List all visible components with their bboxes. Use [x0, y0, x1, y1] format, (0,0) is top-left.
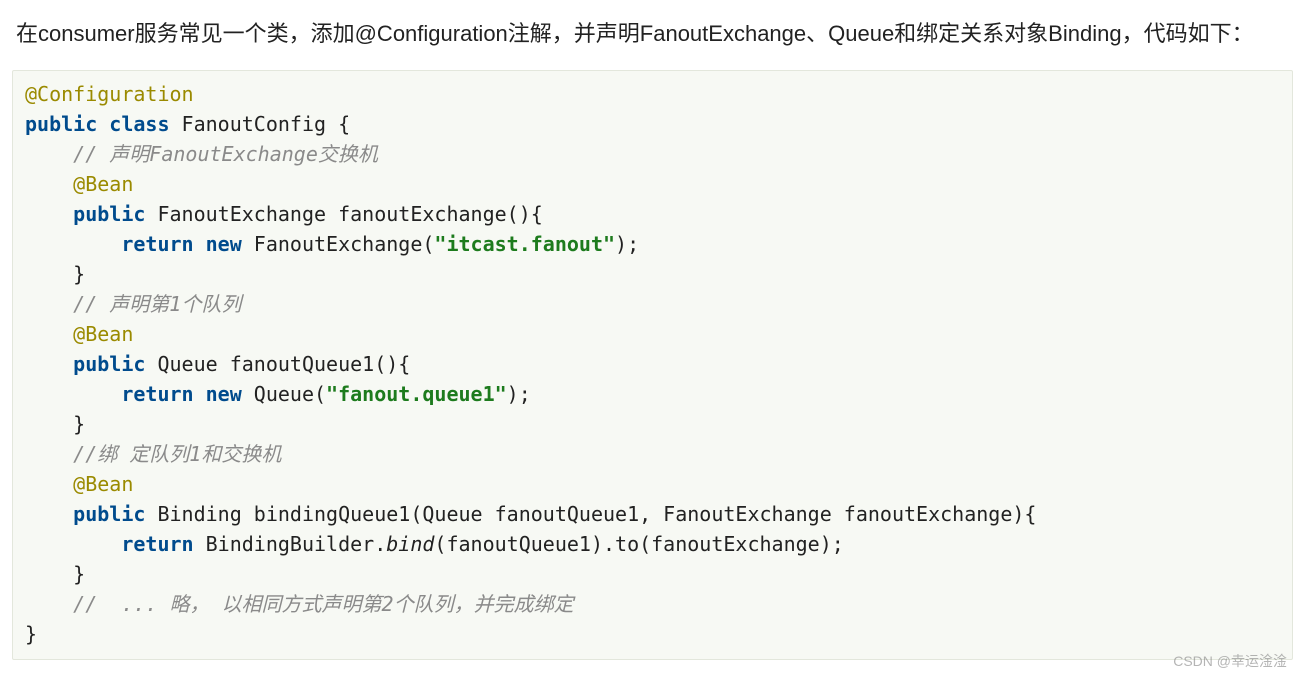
- code-kw: public: [25, 112, 97, 136]
- code-text: FanoutExchange fanoutExchange(){: [145, 202, 542, 226]
- code-text: );: [507, 382, 531, 406]
- code-anno: @Bean: [25, 322, 133, 346]
- code-text: FanoutConfig {: [170, 112, 351, 136]
- code-comment: // ... 略， 以相同方式声明第2个队列，并完成绑定: [25, 592, 574, 616]
- code-text: (fanoutQueue1).to(fanoutExchange);: [434, 532, 843, 556]
- intro-paragraph: 在consumer服务常见一个类，添加@Configuration注解，并声明F…: [12, 12, 1293, 56]
- code-anno: @Bean: [25, 172, 133, 196]
- code-block: @Configuration public class FanoutConfig…: [12, 70, 1293, 660]
- code-kw: return: [25, 382, 194, 406]
- code-kw: return: [25, 232, 194, 256]
- code-text: }: [25, 412, 85, 436]
- code-kw: public: [25, 502, 145, 526]
- code-text: FanoutExchange(: [242, 232, 435, 256]
- code-text: BindingBuilder.: [194, 532, 387, 556]
- code-method-italic: bind: [386, 532, 434, 556]
- code-comment: // 声明第1个队列: [25, 292, 241, 316]
- code-text: }: [25, 262, 85, 286]
- code-kw: return: [25, 532, 194, 556]
- code-kw: new: [194, 382, 242, 406]
- code-text: Queue fanoutQueue1(){: [145, 352, 410, 376]
- code-string: "fanout.queue1": [326, 382, 507, 406]
- code-kw: new: [194, 232, 242, 256]
- code-comment: //绑 定队列1和交换机: [25, 442, 281, 466]
- code-text: Binding bindingQueue1(Queue fanoutQueue1…: [145, 502, 1036, 526]
- code-kw: public: [25, 202, 145, 226]
- code-text: Queue(: [242, 382, 326, 406]
- code-comment: // 声明FanoutExchange交换机: [25, 142, 378, 166]
- code-text: }: [25, 562, 85, 586]
- code-kw: class: [109, 112, 169, 136]
- code-text: }: [25, 622, 37, 646]
- code-text: );: [615, 232, 639, 256]
- code-string: "itcast.fanout": [434, 232, 615, 256]
- code-kw: public: [25, 352, 145, 376]
- code-anno: @Bean: [25, 472, 133, 496]
- code-line: @Configuration: [25, 82, 194, 106]
